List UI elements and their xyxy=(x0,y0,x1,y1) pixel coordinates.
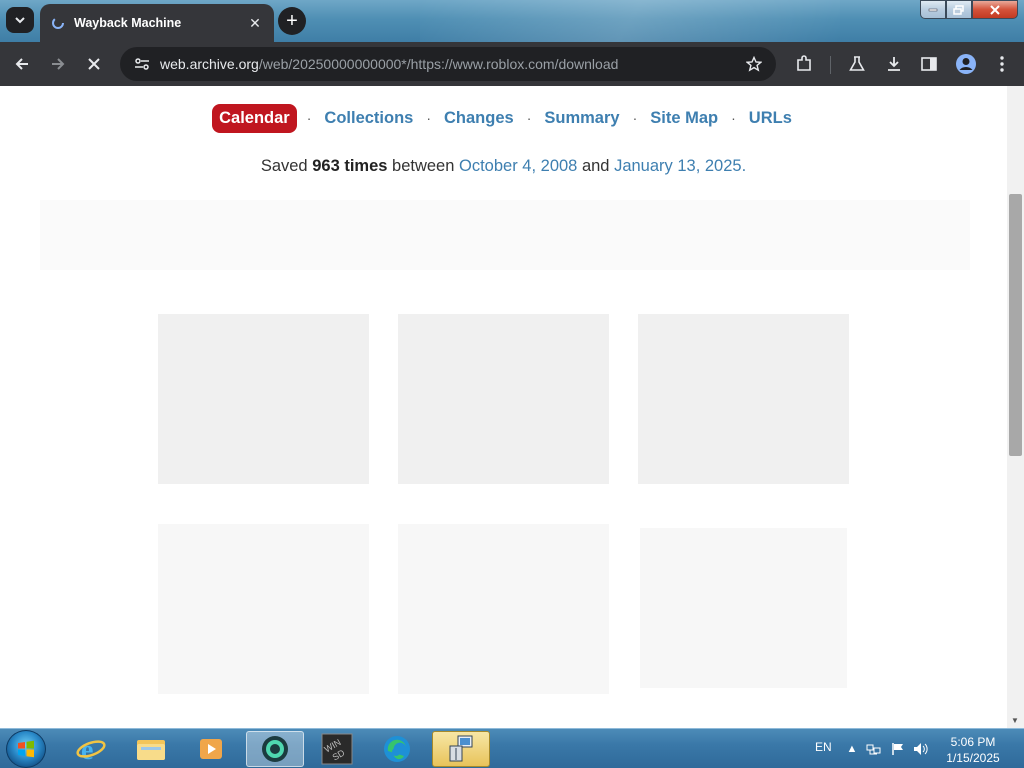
address-bar[interactable]: web.archive.org/web/20250000000000*/http… xyxy=(120,47,776,81)
downloads-button[interactable] xyxy=(880,50,908,78)
taskbar-edge[interactable] xyxy=(368,731,426,767)
nav-site-map[interactable]: Site Map xyxy=(647,109,721,128)
winsd-app-icon: WINSD xyxy=(321,733,353,765)
last-capture-link[interactable]: January 13, 2025. xyxy=(614,157,746,175)
minimize-button[interactable] xyxy=(920,0,946,19)
media-player-icon xyxy=(200,739,222,759)
windows-logo-icon xyxy=(18,740,34,758)
page-scrollbar[interactable]: ▼ xyxy=(1007,86,1024,728)
nav-collections[interactable]: Collections xyxy=(321,109,416,128)
start-button[interactable] xyxy=(6,730,46,768)
show-hidden-icons-icon[interactable]: ▲ xyxy=(844,741,860,757)
side-panel-button[interactable] xyxy=(915,50,943,78)
loading-spinner-icon xyxy=(50,15,66,31)
taskbar-browser[interactable] xyxy=(246,731,304,767)
url-host: web.archive.org xyxy=(160,56,259,72)
internet-explorer-icon: e xyxy=(76,735,106,764)
calendar-month-placeholder xyxy=(398,524,609,694)
calendar-month-placeholder xyxy=(398,314,609,484)
profile-button[interactable] xyxy=(952,50,980,78)
bookmark-star-icon[interactable] xyxy=(740,50,768,78)
web-page: Calendar · Collections · Changes · Summa… xyxy=(0,86,1007,728)
nav-urls[interactable]: URLs xyxy=(746,109,795,128)
taskbar-network-app[interactable] xyxy=(432,731,490,767)
saved-prefix: Saved xyxy=(260,157,308,175)
browser-toolbar: web.archive.org/web/20250000000000*/http… xyxy=(0,42,1024,86)
labs-button[interactable] xyxy=(843,50,871,78)
url-text: web.archive.org/web/20250000000000*/http… xyxy=(160,56,618,72)
calendar-month-placeholder xyxy=(638,314,849,484)
toolbar-divider xyxy=(830,56,831,74)
window-controls xyxy=(920,0,1018,19)
site-info-icon[interactable] xyxy=(128,50,156,78)
sparkline-placeholder xyxy=(40,200,970,270)
calendar-month-placeholder xyxy=(158,524,369,694)
restore-button[interactable] xyxy=(946,0,972,19)
close-window-button[interactable] xyxy=(972,0,1018,19)
minimize-icon xyxy=(928,8,938,11)
calendar-month-placeholder xyxy=(158,314,369,484)
scroll-down-arrow-icon[interactable]: ▼ xyxy=(1011,716,1019,725)
taskbar-file-explorer[interactable] xyxy=(122,731,180,767)
close-icon xyxy=(88,58,100,70)
arrow-left-icon xyxy=(15,58,28,70)
download-icon xyxy=(888,57,900,71)
network-icon[interactable] xyxy=(866,741,882,757)
svg-text:e: e xyxy=(81,735,93,764)
scrollbar-thumb[interactable] xyxy=(1009,194,1022,456)
url-path: /web/20250000000000*/https://www.roblox.… xyxy=(258,56,619,72)
windows-taskbar: e WIN SD EN ▲ 5:06 PM 1/15/2025 xyxy=(0,728,1024,768)
nav-separator: · xyxy=(526,110,532,126)
tab-wayback-machine[interactable]: Wayback Machine ✕ xyxy=(40,4,274,42)
nav-separator: · xyxy=(632,110,638,126)
calendar-month-placeholder xyxy=(640,528,847,688)
tab-search-button[interactable] xyxy=(6,7,34,33)
flask-icon xyxy=(849,56,865,71)
taskbar-winsd-app[interactable]: WIN SD xyxy=(308,731,366,767)
edge-icon xyxy=(384,736,410,762)
capture-count: 963 times xyxy=(312,157,388,175)
clock-date: 1/15/2025 xyxy=(946,751,1000,765)
nav-changes[interactable]: Changes xyxy=(441,109,517,128)
folder-icon xyxy=(137,740,165,760)
nav-calendar[interactable]: Calendar xyxy=(212,103,297,133)
arrow-right-icon xyxy=(52,58,65,70)
action-center-flag-icon[interactable] xyxy=(890,741,906,757)
language-indicator[interactable]: EN xyxy=(815,740,832,754)
account-avatar-icon xyxy=(956,54,976,74)
restore-icon xyxy=(953,4,964,15)
chevron-down-icon xyxy=(15,17,25,24)
side-panel-icon xyxy=(921,57,937,71)
nav-separator: · xyxy=(306,110,312,126)
saved-and: and xyxy=(581,157,610,175)
browser-menu-button[interactable] xyxy=(988,50,1016,78)
tab-title: Wayback Machine xyxy=(74,16,182,30)
close-icon xyxy=(990,4,1000,15)
first-capture-link[interactable]: October 4, 2008 xyxy=(459,157,577,175)
capture-summary: Saved 963 times between October 4, 2008 … xyxy=(0,157,1007,176)
stop-loading-button[interactable] xyxy=(80,50,108,78)
wayback-nav: Calendar · Collections · Changes · Summa… xyxy=(0,103,1007,133)
nav-separator: · xyxy=(731,110,736,126)
puzzle-icon xyxy=(797,55,811,71)
forward-button[interactable] xyxy=(44,50,72,78)
network-computer-icon xyxy=(449,735,473,762)
nav-summary[interactable]: Summary xyxy=(541,109,622,128)
kebab-menu-icon xyxy=(1000,56,1004,72)
system-clock[interactable]: 5:06 PM 1/15/2025 xyxy=(935,734,1011,766)
extensions-button[interactable] xyxy=(790,50,818,78)
browser-titlebar: Wayback Machine ✕ + xyxy=(0,0,1024,42)
saved-between: between xyxy=(392,157,455,175)
nav-separator: · xyxy=(426,110,432,126)
back-button[interactable] xyxy=(8,50,36,78)
clock-time: 5:06 PM xyxy=(950,735,996,749)
volume-icon[interactable] xyxy=(913,741,929,757)
taskbar-media-player[interactable] xyxy=(182,731,240,767)
browser-app-icon xyxy=(262,736,288,762)
taskbar-internet-explorer[interactable]: e xyxy=(62,731,120,767)
tab-close-icon[interactable]: ✕ xyxy=(246,15,264,32)
new-tab-button[interactable]: + xyxy=(278,7,306,35)
